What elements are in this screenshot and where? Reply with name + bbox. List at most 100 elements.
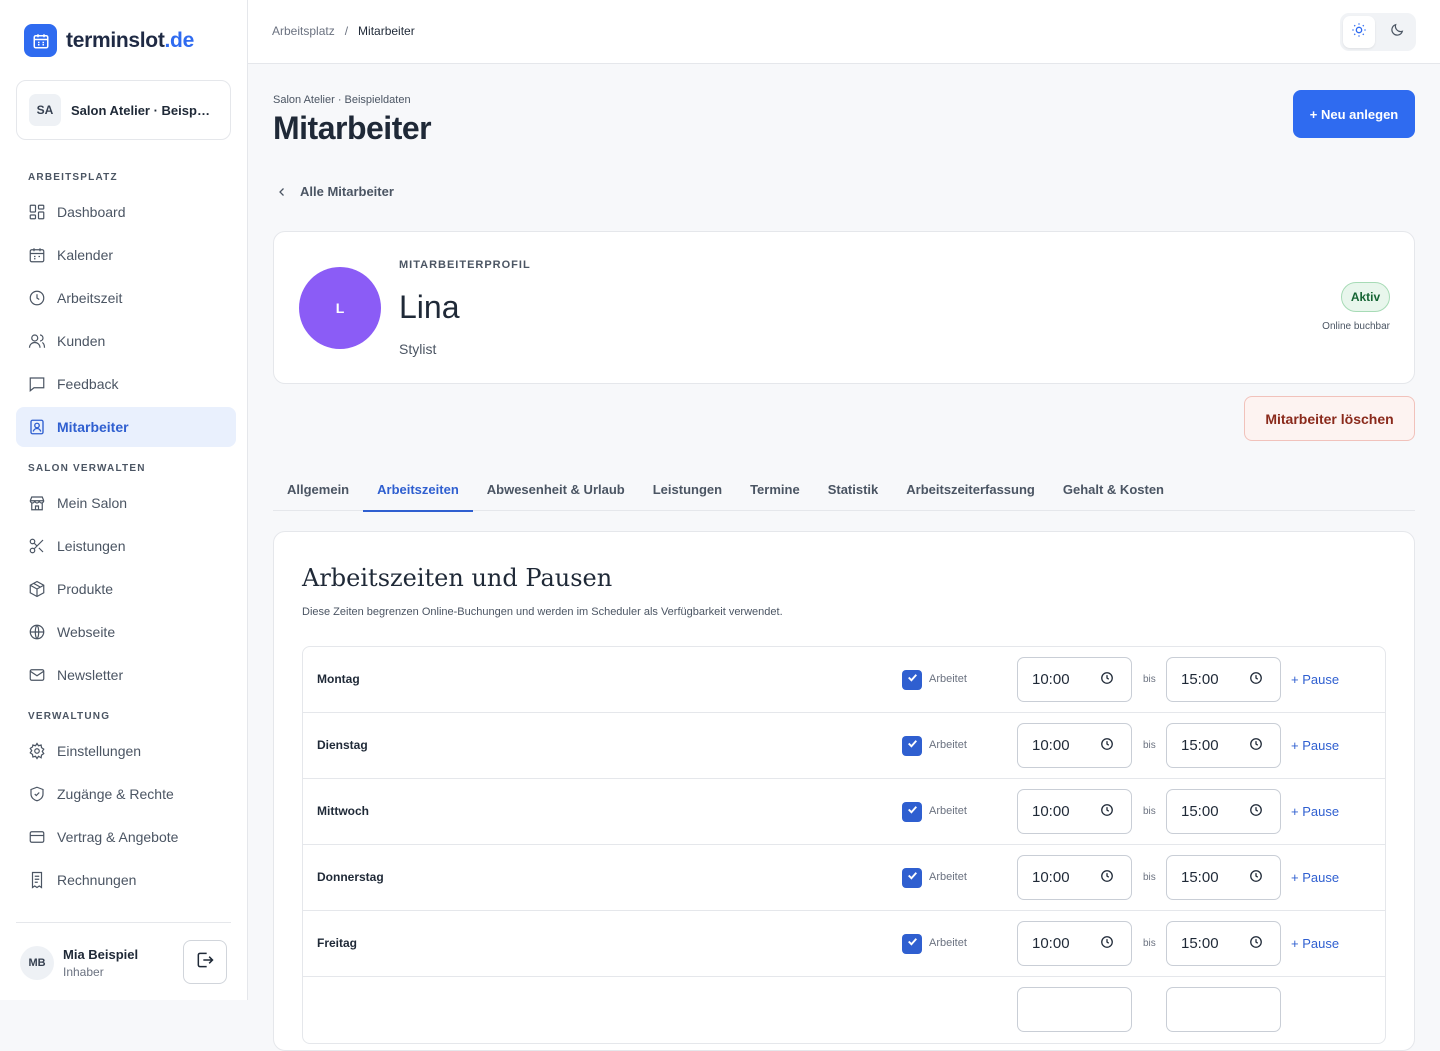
- sidebar-item-leistungen[interactable]: Leistungen: [16, 526, 236, 566]
- clock-icon: [1249, 869, 1263, 887]
- start-time-input[interactable]: 10:00: [1017, 657, 1132, 702]
- breadcrumb-current: Mitarbeiter: [358, 24, 415, 38]
- add-pause-button[interactable]: + Pause: [1291, 870, 1339, 885]
- sidebar-item-label: Leistungen: [57, 538, 126, 554]
- time-value: 15:00: [1181, 671, 1219, 688]
- sidebar-item-label: Feedback: [57, 376, 119, 392]
- checkmark-icon: [906, 803, 919, 821]
- end-time-input[interactable]: 15:00: [1166, 789, 1281, 834]
- checkmark-icon: [906, 671, 919, 689]
- sidebar-item-zugaenge-rechte[interactable]: Zugänge & Rechte: [16, 774, 236, 814]
- time-value: 10:00: [1032, 671, 1070, 688]
- add-pause-button[interactable]: + Pause: [1291, 804, 1339, 819]
- time-value: 10:00: [1032, 737, 1070, 754]
- avatar: L: [299, 267, 381, 349]
- works-checkbox[interactable]: [902, 670, 922, 690]
- works-label: Arbeitet: [929, 937, 967, 949]
- sidebar-item-rechnungen[interactable]: Rechnungen: [16, 860, 236, 900]
- add-pause-button[interactable]: + Pause: [1291, 672, 1339, 687]
- back-link[interactable]: Alle Mitarbeiter: [276, 184, 394, 199]
- sidebar-item-label: Arbeitszeit: [57, 290, 123, 306]
- online-bookable-note: Online buchbar: [1322, 321, 1390, 332]
- breadcrumb: Arbeitsplatz / Mitarbeiter: [272, 24, 415, 38]
- table-row: Montag Arbeitet 10:00 bis 15:00 + Pause: [303, 647, 1385, 713]
- breadcrumb-parent[interactable]: Arbeitsplatz: [272, 24, 335, 38]
- sidebar-item-webseite[interactable]: Webseite: [16, 612, 236, 652]
- tab-gehalt-kosten[interactable]: Gehalt & Kosten: [1049, 468, 1178, 511]
- chevron-left-icon: [276, 186, 288, 198]
- salon-name: Salon Atelier · Beispiel...: [71, 102, 211, 118]
- brand-name: terminslot.de: [66, 28, 194, 52]
- start-time-input[interactable]: 10:00: [1017, 921, 1132, 966]
- card-icon: [28, 828, 46, 846]
- day-name: Dienstag: [317, 738, 368, 752]
- receipt-icon: [28, 871, 46, 889]
- end-time-input[interactable]: 15:00: [1166, 657, 1281, 702]
- table-row: Dienstag Arbeitet 10:00 bis 15:00 + Paus…: [303, 713, 1385, 779]
- user-name: Mia Beispiel: [63, 947, 139, 962]
- tab-statistik[interactable]: Statistik: [814, 468, 893, 511]
- end-time-input[interactable]: 15:00: [1166, 723, 1281, 768]
- sidebar-item-newsletter[interactable]: Newsletter: [16, 655, 236, 695]
- section-title: Arbeitszeiten und Pausen: [302, 564, 613, 592]
- works-checkbox[interactable]: [902, 736, 922, 756]
- tab-leistungen[interactable]: Leistungen: [639, 468, 736, 511]
- start-time-input[interactable]: 10:00: [1017, 723, 1132, 768]
- logout-button[interactable]: [183, 940, 227, 984]
- sidebar-item-label: Produkte: [57, 581, 114, 597]
- page-eyebrow: Salon Atelier · Beispieldaten: [273, 94, 411, 106]
- salon-selector[interactable]: SA Salon Atelier · Beispiel...: [16, 80, 231, 140]
- dark-mode-button[interactable]: [1381, 16, 1413, 48]
- bis-label: bis: [1143, 938, 1156, 949]
- brand-logo[interactable]: terminslot.de: [24, 24, 194, 57]
- clock-icon: [1100, 869, 1114, 887]
- new-employee-button[interactable]: + Neu anlegen: [1293, 90, 1415, 138]
- profile-name: Lina: [399, 289, 460, 325]
- sidebar-item-mitarbeiter[interactable]: Mitarbeiter: [16, 407, 236, 447]
- start-time-input[interactable]: [1017, 987, 1132, 1032]
- end-time-input[interactable]: 15:00: [1166, 921, 1281, 966]
- time-value: 15:00: [1181, 935, 1219, 952]
- sidebar-item-feedback[interactable]: Feedback: [16, 364, 236, 404]
- tab-allgemein[interactable]: Allgemein: [273, 468, 363, 511]
- end-time-input[interactable]: [1166, 987, 1281, 1032]
- working-hours-card: Arbeitszeiten und Pausen Diese Zeiten be…: [273, 531, 1415, 1051]
- sidebar-item-arbeitszeit[interactable]: Arbeitszeit: [16, 278, 236, 318]
- works-checkbox[interactable]: [902, 934, 922, 954]
- time-value: 10:00: [1032, 935, 1070, 952]
- tab-termine[interactable]: Termine: [736, 468, 814, 511]
- tab-abwesenheit-urlaub[interactable]: Abwesenheit & Urlaub: [473, 468, 639, 511]
- clock-icon: [1249, 935, 1263, 953]
- sidebar-item-kunden[interactable]: Kunden: [16, 321, 236, 361]
- end-time-input[interactable]: 15:00: [1166, 855, 1281, 900]
- start-time-input[interactable]: 10:00: [1017, 855, 1132, 900]
- start-time-input[interactable]: 10:00: [1017, 789, 1132, 834]
- sidebar-item-label: Webseite: [57, 624, 116, 640]
- sidebar-item-label: Rechnungen: [57, 872, 137, 888]
- sidebar-item-label: Mitarbeiter: [57, 419, 129, 435]
- sidebar-item-vertrag-angebote[interactable]: Vertrag & Angebote: [16, 817, 236, 857]
- sidebar-item-label: Vertrag & Angebote: [57, 829, 179, 845]
- sidebar-item-einstellungen[interactable]: Einstellungen: [16, 731, 236, 771]
- mail-icon: [28, 666, 46, 684]
- light-mode-button[interactable]: [1343, 16, 1375, 48]
- works-checkbox[interactable]: [902, 802, 922, 822]
- sidebar-item-kalender[interactable]: Kalender: [16, 235, 236, 275]
- clock-icon: [28, 289, 46, 307]
- bis-label: bis: [1143, 740, 1156, 751]
- tab-arbeitszeiterfassung[interactable]: Arbeitszeiterfassung: [892, 468, 1049, 511]
- add-pause-button[interactable]: + Pause: [1291, 738, 1339, 753]
- table-row: Mittwoch Arbeitet 10:00 bis 15:00 + Paus…: [303, 779, 1385, 845]
- sidebar-item-produkte[interactable]: Produkte: [16, 569, 236, 609]
- sidebar-item-dashboard[interactable]: Dashboard: [16, 192, 236, 232]
- moon-icon: [1389, 22, 1405, 43]
- works-checkbox[interactable]: [902, 868, 922, 888]
- nav-section-verwaltung: VERWALTUNG: [28, 711, 111, 722]
- delete-employee-button[interactable]: Mitarbeiter löschen: [1244, 396, 1415, 441]
- nav-section-arbeitsplatz: ARBEITSPLATZ: [28, 172, 118, 183]
- add-pause-button[interactable]: + Pause: [1291, 936, 1339, 951]
- sidebar-item-mein-salon[interactable]: Mein Salon: [16, 483, 236, 523]
- tab-arbeitszeiten[interactable]: Arbeitszeiten: [363, 468, 473, 512]
- theme-toggle[interactable]: [1340, 13, 1416, 51]
- message-icon: [28, 375, 46, 393]
